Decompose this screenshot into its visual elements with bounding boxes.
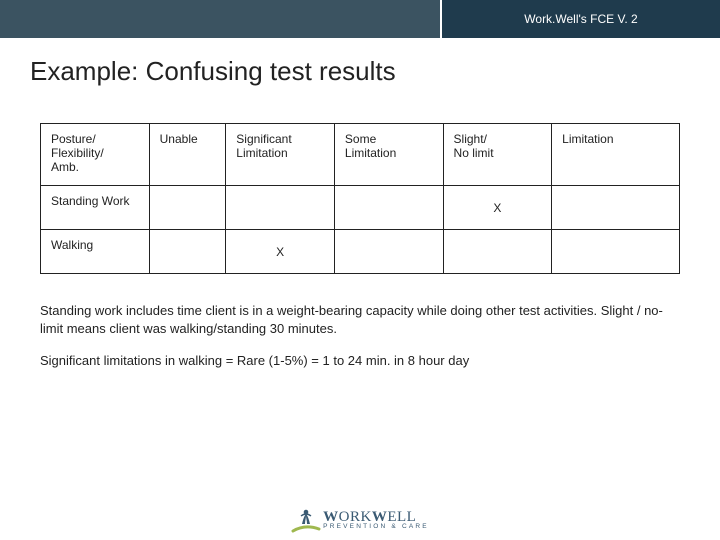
table-wrapper: Posture/ Flexibility/ Amb. Unable Signif…: [0, 103, 720, 274]
results-table: Posture/ Flexibility/ Amb. Unable Signif…: [40, 123, 680, 274]
hdr-text: Amb.: [51, 160, 79, 174]
cell-mark: X: [443, 186, 552, 230]
cell: [552, 186, 680, 230]
hdr-text: Unable: [160, 132, 198, 146]
header-bar: Work.Well's FCE V. 2: [0, 0, 720, 38]
col-header-unable: Unable: [149, 124, 226, 186]
row-label: Standing Work: [41, 186, 150, 230]
cell: [226, 186, 335, 230]
table-row: Walking X: [41, 230, 680, 274]
hdr-text: Slight/: [454, 132, 487, 146]
hdr-text: Limitation: [236, 146, 287, 160]
hdr-text: Flexibility/: [51, 146, 104, 160]
col-header-significant: Significant Limitation: [226, 124, 335, 186]
cell: [149, 230, 226, 274]
cell: [443, 230, 552, 274]
hdr-text: No limit: [454, 146, 494, 160]
col-header-slight: Slight/ No limit: [443, 124, 552, 186]
hdr-text: Significant: [236, 132, 291, 146]
cell: [334, 186, 443, 230]
cell: [149, 186, 226, 230]
table-header-row: Posture/ Flexibility/ Amb. Unable Signif…: [41, 124, 680, 186]
hdr-text: Posture/: [51, 132, 96, 146]
page-title: Example: Confusing test results: [0, 38, 720, 103]
logo-text: WORKWELL PREVENTION & CARE: [323, 510, 429, 530]
col-header-limitation: Limitation: [552, 124, 680, 186]
hdr-text: Limitation: [562, 132, 613, 146]
workwell-logo: WORKWELL PREVENTION & CARE: [291, 506, 429, 534]
col-header-some: Some Limitation: [334, 124, 443, 186]
paragraph-block: Standing work includes time client is in…: [0, 274, 720, 371]
cell-mark: X: [226, 230, 335, 274]
header-left-block: [0, 0, 440, 38]
footer-logo-wrap: WORKWELL PREVENTION & CARE: [0, 506, 720, 534]
hdr-text: Limitation: [345, 146, 396, 160]
paragraph-1: Standing work includes time client is in…: [40, 302, 680, 338]
header-badge: Work.Well's FCE V. 2: [440, 0, 720, 38]
col-header-posture: Posture/ Flexibility/ Amb.: [41, 124, 150, 186]
person-swoosh-icon: [291, 506, 321, 534]
table-row: Standing Work X: [41, 186, 680, 230]
paragraph-2: Significant limitations in walking = Rar…: [40, 352, 680, 370]
row-label: Walking: [41, 230, 150, 274]
hdr-text: Some: [345, 132, 376, 146]
cell: [334, 230, 443, 274]
cell: [552, 230, 680, 274]
logo-tagline: PREVENTION & CARE: [323, 524, 429, 530]
